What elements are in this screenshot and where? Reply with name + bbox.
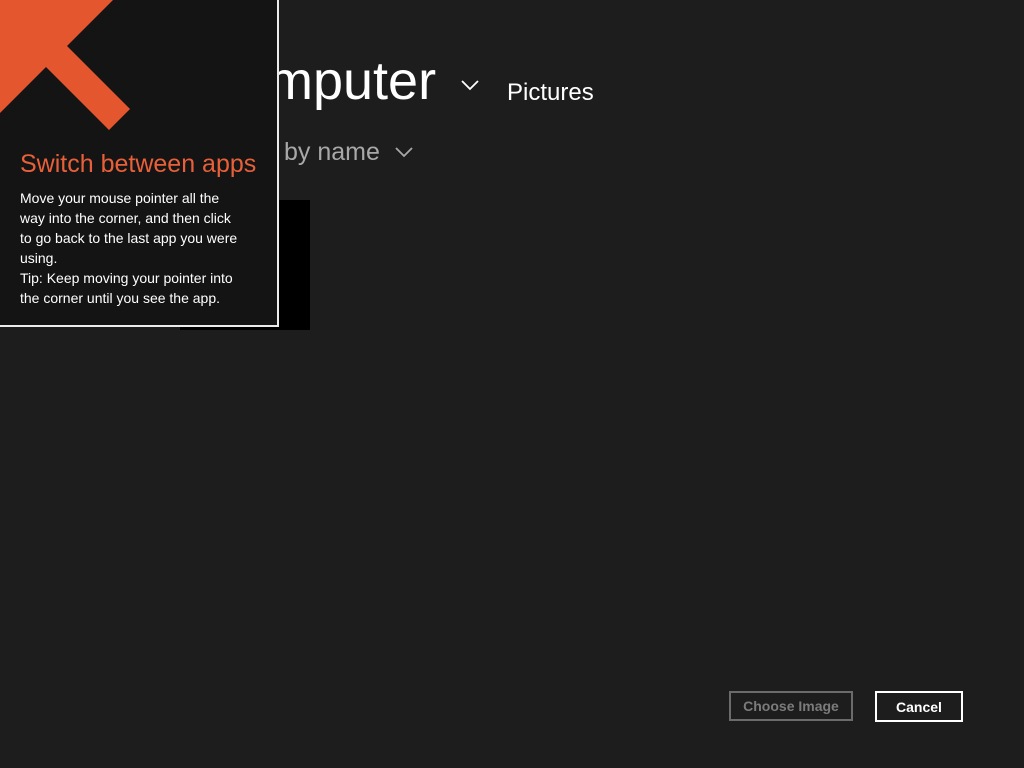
tip-body: Move your mouse pointer all the way into… — [20, 188, 237, 308]
tip-body-line: using. — [20, 250, 58, 266]
arrow-up-left-icon — [0, 0, 277, 140]
location-title: mputer — [268, 51, 437, 111]
tip-body-line: the corner until you see the app. — [20, 290, 221, 306]
cancel-button[interactable]: Cancel — [875, 691, 963, 722]
tip-body-line: Tip: Keep moving your pointer into — [20, 270, 233, 286]
sort-label: by name — [284, 138, 380, 166]
tip-body-line: to go back to the last app you were — [20, 230, 238, 246]
chevron-down-icon — [459, 76, 483, 94]
sort-dropdown[interactable]: by name — [284, 140, 419, 172]
tip-title: Switch between apps — [20, 150, 257, 178]
chevron-down-icon — [393, 142, 417, 162]
breadcrumb-pictures[interactable]: Pictures — [507, 81, 594, 105]
tip-body-line: Move your mouse pointer all the — [20, 190, 220, 206]
choose-image-button[interactable]: Choose Image — [729, 691, 853, 721]
tip-body-line: way into the corner, and then click — [20, 210, 231, 226]
tip-overlay: Switch between apps Move your mouse poin… — [0, 0, 279, 327]
location-dropdown[interactable]: mputer — [268, 54, 483, 118]
